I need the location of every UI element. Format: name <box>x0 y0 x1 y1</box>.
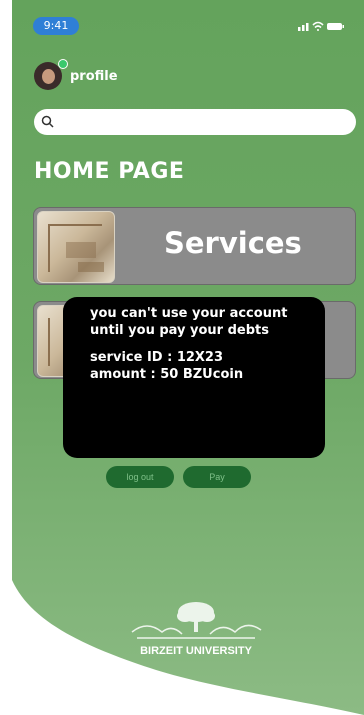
logout-button[interactable]: log out <box>106 466 174 488</box>
dialog-service-id: service ID : 12X23 <box>90 350 224 365</box>
status-icons <box>298 21 344 31</box>
services-card[interactable]: Services <box>33 207 356 285</box>
signal-icon <box>298 23 309 31</box>
status-bar: 9:41 <box>0 0 364 44</box>
dialog-message-line1: you can't use your account <box>90 306 288 321</box>
profile-link[interactable]: profile <box>34 59 118 93</box>
wifi-icon <box>312 21 324 31</box>
dialog-message-line2: until you pay your debts <box>90 323 270 338</box>
university-name: BIRZEIT UNIVERSITY <box>140 645 253 657</box>
debt-alert-dialog: you can't use your account until you pay… <box>63 297 325 458</box>
university-logo: BIRZEIT UNIVERSITY <box>131 602 262 657</box>
search-bar[interactable] <box>34 109 356 135</box>
battery-icon <box>327 23 344 30</box>
search-input[interactable] <box>60 112 344 134</box>
page-title: HOME PAGE <box>34 159 185 184</box>
status-time: 9:41 <box>33 17 79 35</box>
online-status-dot <box>58 59 68 69</box>
pay-button[interactable]: Pay <box>183 466 251 488</box>
search-icon <box>41 115 54 128</box>
services-thumbnail <box>37 211 115 283</box>
avatar-face <box>42 69 55 84</box>
tree-logo-icon <box>177 602 215 632</box>
profile-label[interactable]: profile <box>70 69 118 84</box>
app-screen: 9:41 profile HOME PAGE Services you can'… <box>0 0 364 715</box>
dialog-amount: amount : 50 BZUcoin <box>90 367 244 382</box>
services-label: Services <box>164 226 302 260</box>
